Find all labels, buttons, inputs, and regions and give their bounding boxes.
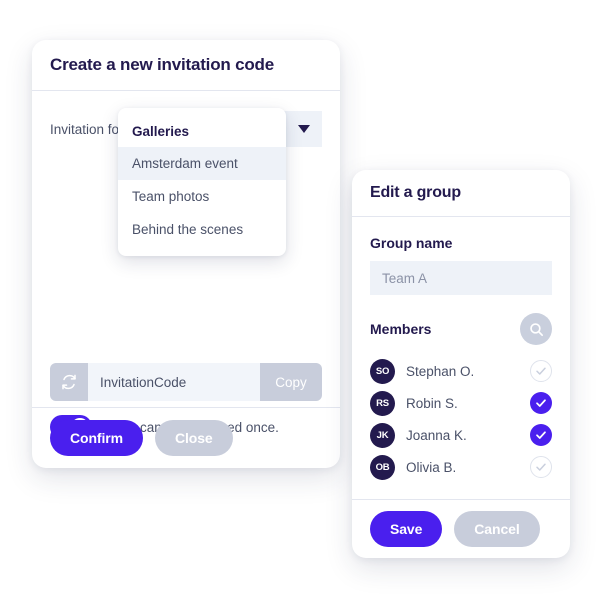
member-checkbox[interactable] <box>530 360 552 382</box>
galleries-dropdown-menu: Galleries Amsterdam event Team photos Be… <box>118 108 286 256</box>
member-name: Olivia B. <box>406 459 457 475</box>
copy-code-label: Copy <box>275 374 307 390</box>
copy-code-button[interactable]: Copy <box>260 363 322 401</box>
invitation-code-row: InvitationCode Copy <box>50 363 322 401</box>
cancel-button[interactable]: Cancel <box>454 511 540 547</box>
avatar: OB <box>370 454 395 480</box>
member-checkbox[interactable] <box>530 456 552 478</box>
member-name: Stephan O. <box>406 363 475 379</box>
dialog-footer: Confirm Close <box>32 407 340 468</box>
member-name: Robin S. <box>406 395 458 411</box>
group-name-label: Group name <box>370 235 453 251</box>
chevron-down-icon <box>298 125 310 133</box>
close-button[interactable]: Close <box>154 420 233 456</box>
members-header: Members <box>370 313 552 345</box>
member-checkbox[interactable] <box>530 424 552 446</box>
invitation-code-value: InvitationCode <box>100 374 187 390</box>
group-dialog-footer: Save Cancel <box>352 499 570 558</box>
search-icon <box>529 322 543 336</box>
list-item[interactable]: JK Joanna K. <box>370 419 552 451</box>
save-button[interactable]: Save <box>370 511 443 547</box>
list-item[interactable]: OB Olivia B. <box>370 451 552 483</box>
check-icon <box>536 367 546 375</box>
group-dialog-header: Edit a group <box>352 170 570 217</box>
check-icon <box>536 463 546 471</box>
dropdown-item-behind-the-scenes[interactable]: Behind the scenes <box>118 213 286 246</box>
dropdown-group-label: Galleries <box>132 124 190 139</box>
group-name-input[interactable]: Team A <box>370 261 552 295</box>
refresh-icon <box>62 374 76 390</box>
list-item[interactable]: SO Stephan O. <box>370 355 552 387</box>
confirm-button[interactable]: Confirm <box>50 420 143 456</box>
member-checkbox[interactable] <box>530 392 552 414</box>
avatar: SO <box>370 358 395 384</box>
list-item[interactable]: RS Robin S. <box>370 387 552 419</box>
group-dialog-body: Group name Team A Members SO Stephan O. <box>352 217 570 483</box>
members-list: SO Stephan O. RS Robin S. JK Joanna K. O… <box>370 355 552 483</box>
invitation-code-field[interactable]: InvitationCode <box>88 363 260 401</box>
dropdown-item-team-photos[interactable]: Team photos <box>118 180 286 213</box>
group-dialog-title: Edit a group <box>370 184 461 201</box>
group-name-placeholder: Team A <box>382 270 428 286</box>
check-icon <box>536 399 546 407</box>
avatar: RS <box>370 390 395 416</box>
edit-group-dialog: Edit a group Group name Team A Members S… <box>352 170 570 558</box>
avatar: JK <box>370 422 395 448</box>
check-icon <box>536 431 546 439</box>
page-title: Create a new invitation code <box>50 55 274 74</box>
member-name: Joanna K. <box>406 427 467 443</box>
dropdown-item-amsterdam-event[interactable]: Amsterdam event <box>118 147 286 180</box>
members-label: Members <box>370 321 432 337</box>
search-members-button[interactable] <box>520 313 552 345</box>
dialog-header: Create a new invitation code <box>32 40 340 91</box>
screen-canvas: Create a new invitation code Invitation … <box>0 0 600 600</box>
refresh-code-button[interactable] <box>50 363 88 401</box>
